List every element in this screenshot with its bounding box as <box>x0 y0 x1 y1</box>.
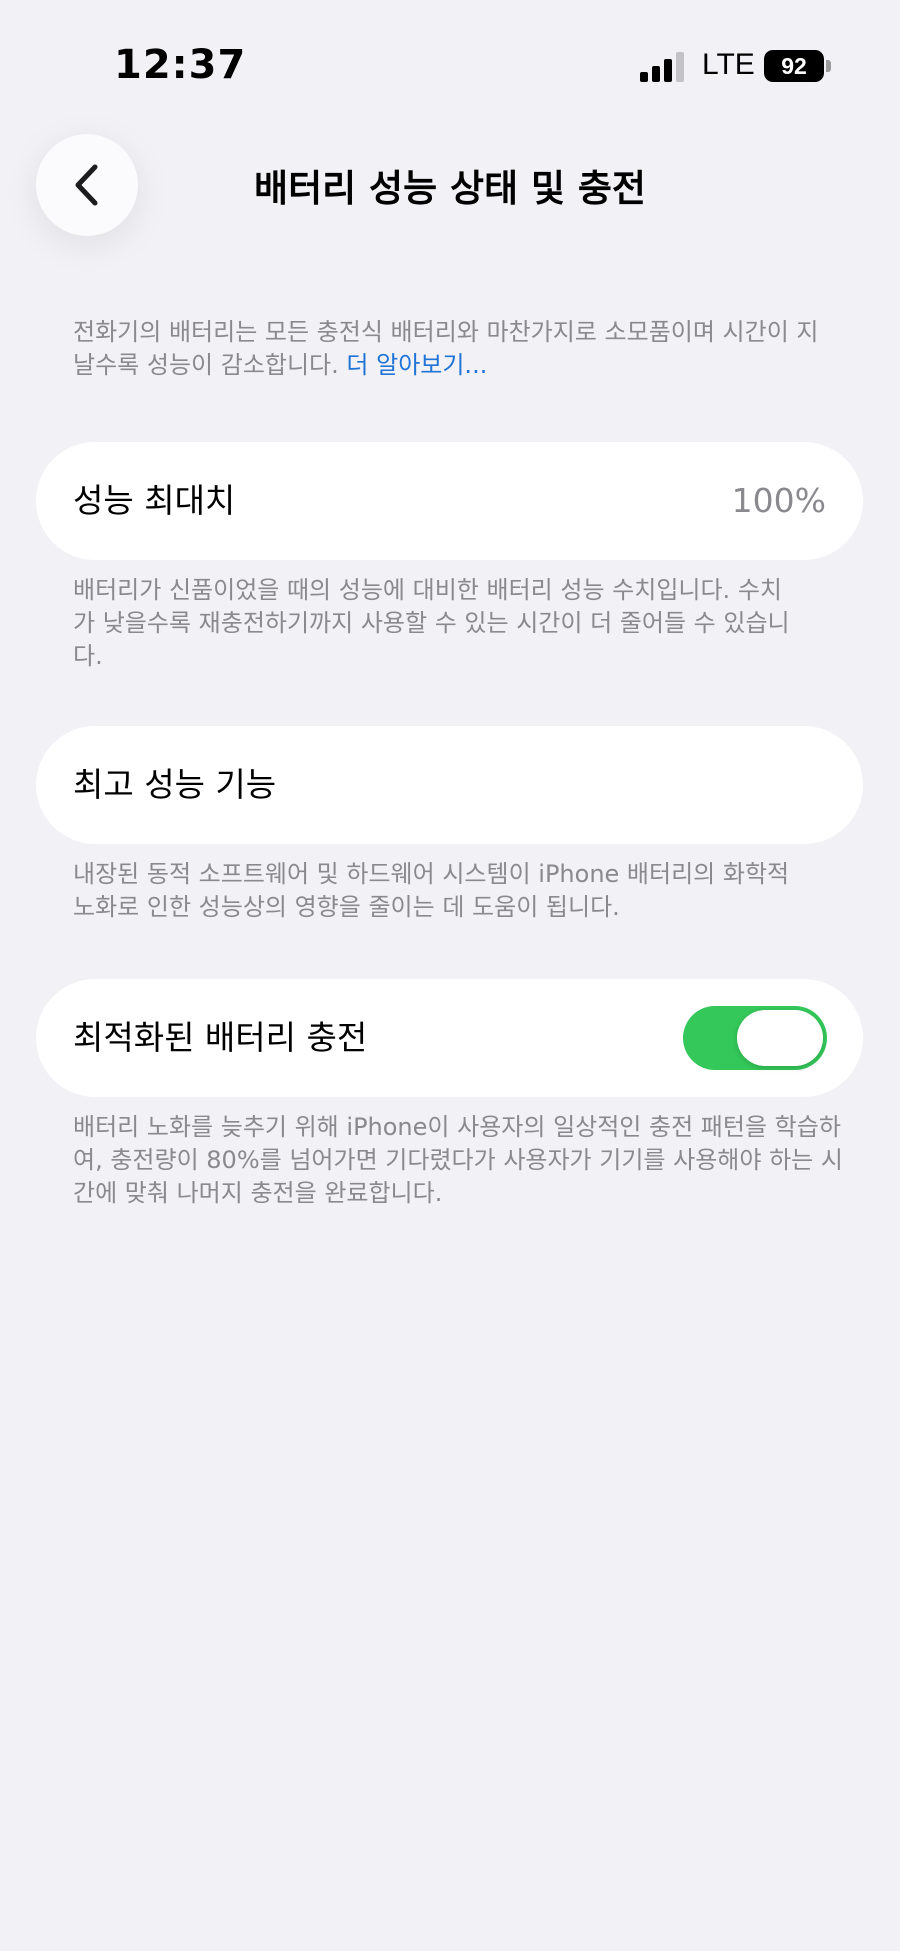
peak-performance-footnote: 내장된 동적 소프트웨어 및 하드웨어 시스템이 iPhone 배터리의 화학적… <box>73 860 790 921</box>
peak-performance-row: 최고 성능 기능 <box>36 726 863 844</box>
status-time: 12:37 <box>114 42 247 88</box>
back-button[interactable] <box>36 134 138 236</box>
battery-icon: 92 <box>764 50 824 82</box>
peak-performance-label: 최고 성능 기능 <box>73 765 277 804</box>
max-capacity-value: 100% <box>731 481 826 520</box>
status-bar: 12:37 LTE 92 <box>0 0 900 130</box>
battery-cap <box>826 60 831 72</box>
max-capacity-row: 성능 최대치 100% <box>36 442 863 560</box>
chevron-left-icon <box>75 164 98 206</box>
max-capacity-footnote: 배터리가 신품이었을 때의 성능에 대비한 배터리 성능 수치입니다. 수치가 … <box>73 576 790 670</box>
battery-level-label: 92 <box>781 53 807 79</box>
toggle-knob <box>737 1010 823 1066</box>
optimized-charging-footnote: 배터리 노화를 늦추기 위해 iPhone이 사용자의 일상적인 충전 패턴을 … <box>73 1113 843 1207</box>
signal-bar <box>664 59 672 82</box>
max-capacity-label: 성능 최대치 <box>73 481 236 520</box>
learn-more-link[interactable]: 더 알아보기... <box>346 351 487 379</box>
intro-description: 전화기의 배터리는 모든 충전식 배터리와 마찬가지로 소모품이며 시간이 지날… <box>73 316 833 382</box>
optimized-charging-toggle[interactable] <box>683 1006 827 1070</box>
signal-bar <box>652 66 660 82</box>
signal-bar <box>640 72 648 82</box>
optimized-charging-row: 최적화된 배터리 충전 <box>36 979 863 1097</box>
cellular-signal-icon <box>640 52 686 82</box>
network-type-label: LTE <box>702 48 755 81</box>
signal-bar <box>676 52 684 82</box>
optimized-charging-label: 최적화된 배터리 충전 <box>73 1018 368 1057</box>
page-title: 배터리 성능 상태 및 충전 <box>254 167 646 210</box>
